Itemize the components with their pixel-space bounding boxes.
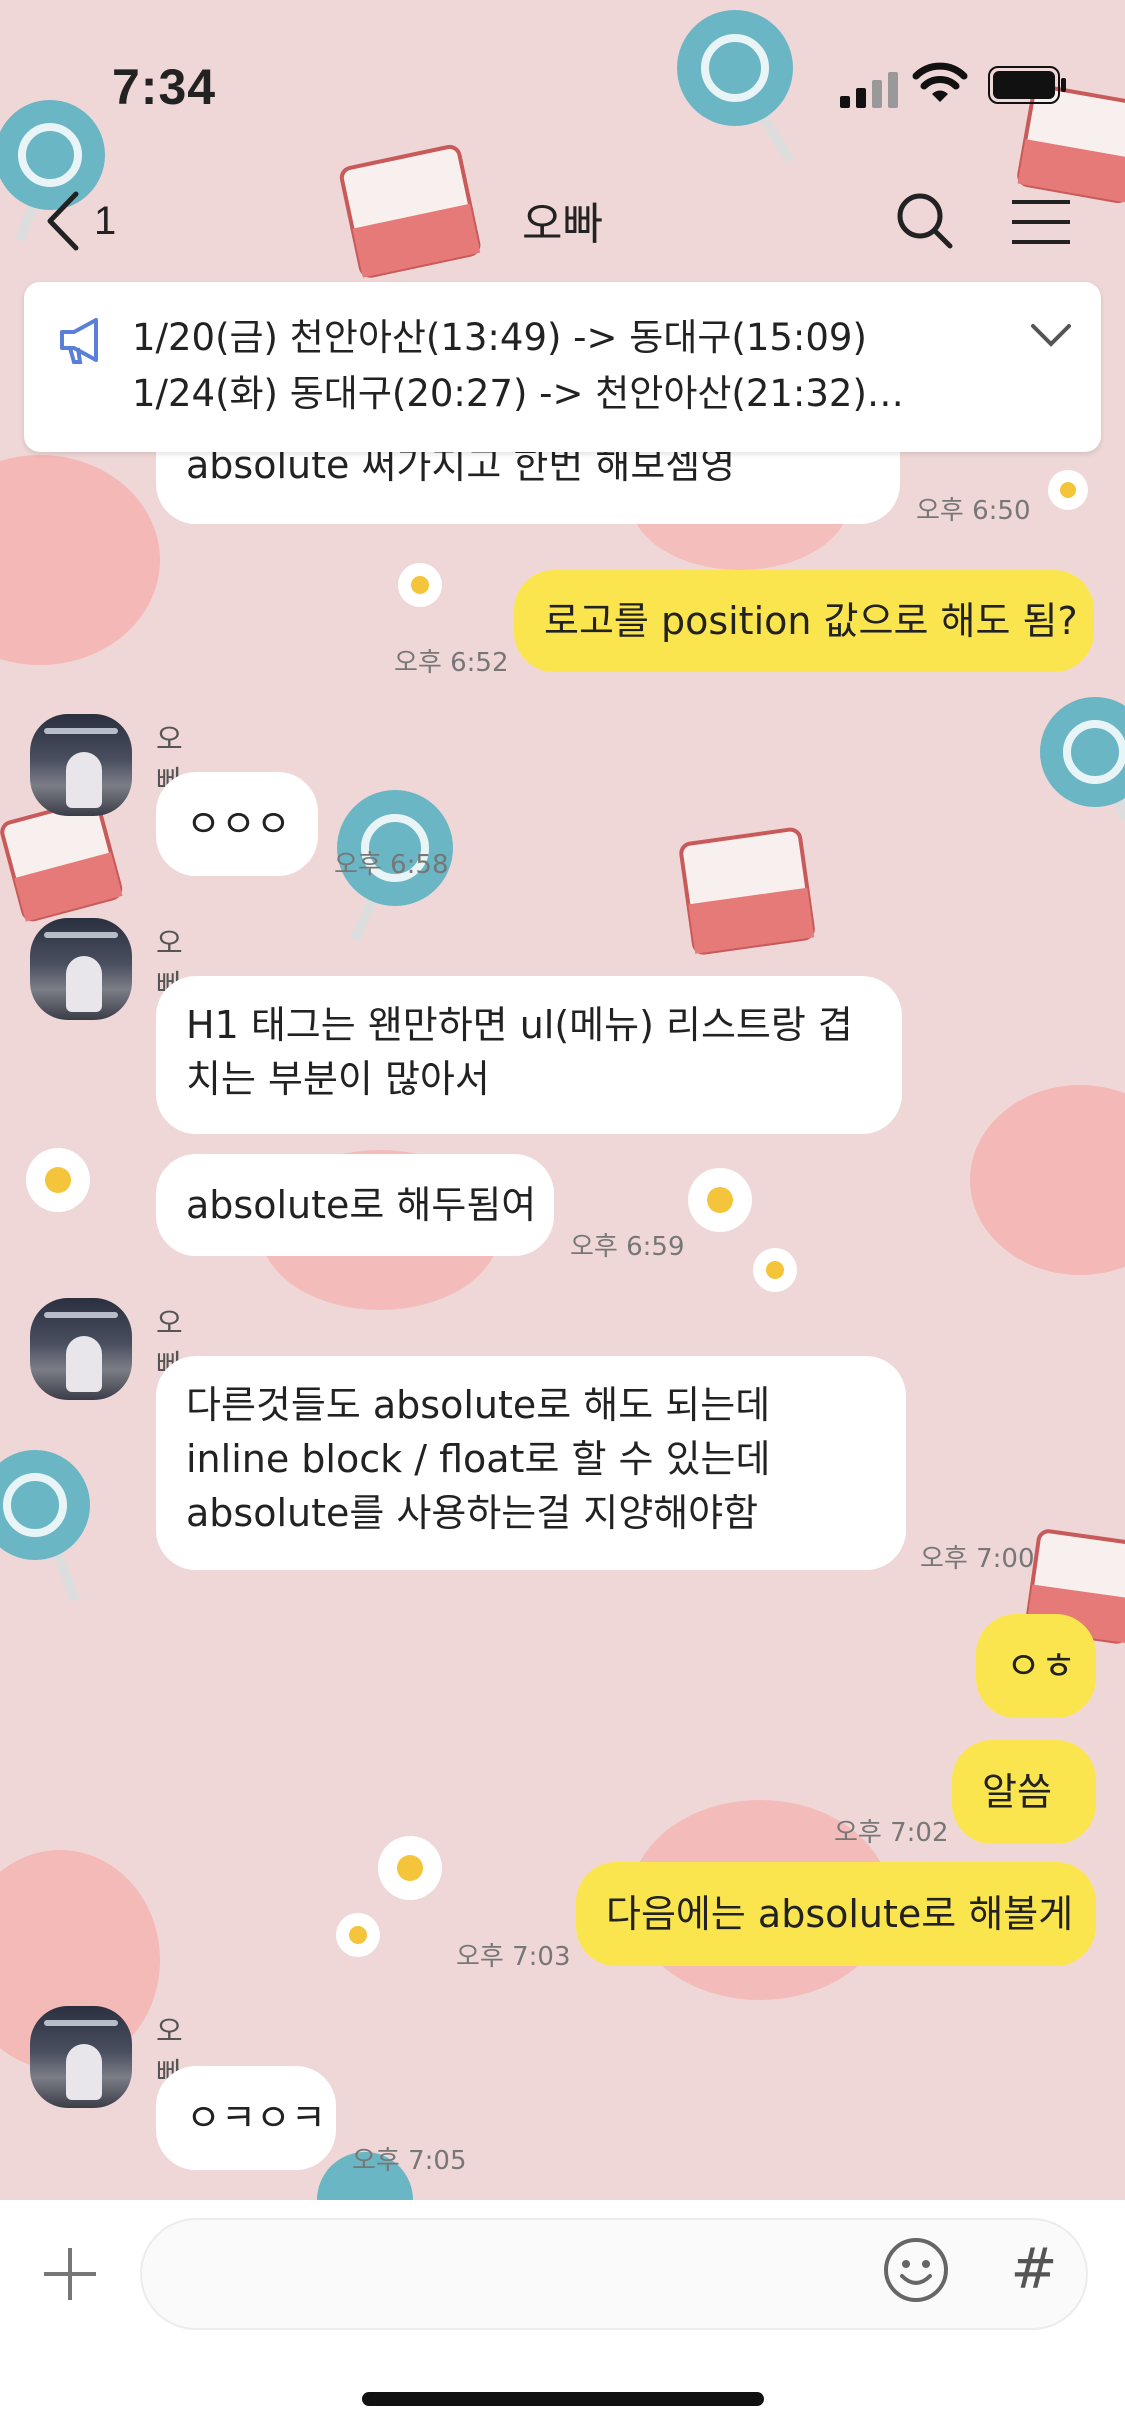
hashtag-icon[interactable]: # (1000, 2236, 1068, 2304)
message-time: 오후 7:03 (456, 1942, 571, 1972)
message-bubble[interactable]: ㅇㅇㅇ (156, 772, 318, 876)
message-time: 오후 7:05 (352, 2146, 467, 2176)
search-icon[interactable] (890, 186, 960, 256)
message-bubble[interactable]: 알씀 (952, 1740, 1096, 1844)
message-bubble[interactable]: ㅇㅎ (976, 1614, 1096, 1718)
message-time: 오후 6:58 (334, 850, 449, 880)
notice-line: 1/20(금) 천안아산(13:49) -> 동대구(15:09) (132, 316, 867, 359)
battery-icon (988, 66, 1066, 104)
cellular-signal-icon (840, 72, 898, 108)
status-bar: 7:34 (0, 0, 1125, 160)
message-time: 오후 7:00 (920, 1544, 1035, 1574)
message-time: 오후 6:52 (394, 648, 509, 678)
emoji-icon[interactable] (882, 2236, 950, 2304)
home-indicator (362, 2392, 764, 2406)
message-bubble[interactable]: ㅇㅋㅇㅋ (156, 2066, 336, 2170)
message-bubble[interactable]: 로고를 position 값으로 해도 됨? (514, 570, 1094, 672)
notice-text: 1/20(금) 천안아산(13:49) -> 동대구(15:09) 1/24(화… (132, 310, 992, 422)
avatar[interactable] (30, 714, 132, 816)
chevron-down-icon[interactable] (1029, 320, 1073, 350)
message-bubble[interactable]: H1 태그는 왠만하면 ul(메뉴) 리스트랑 겹치는 부분이 많아서 (156, 976, 902, 1134)
avatar[interactable] (30, 1298, 132, 1400)
message-time: 오후 7:02 (834, 1818, 949, 1848)
notice-line: 1/24(화) 동대구(20:27) -> 천안아산(21:32)… (132, 372, 904, 415)
message-time: 오후 6:50 (916, 496, 1031, 526)
wifi-icon (912, 62, 968, 102)
status-time: 7:34 (112, 59, 217, 115)
message-time: 오후 6:59 (570, 1232, 685, 1262)
message-bubble[interactable]: 다음에는 absolute로 해볼게 (576, 1862, 1096, 1966)
plus-icon[interactable] (40, 2244, 100, 2304)
menu-icon[interactable] (1006, 188, 1076, 258)
message-bubble[interactable]: 다른것들도 absolute로 해도 되는데 inline block / fl… (156, 1356, 906, 1570)
avatar[interactable] (30, 918, 132, 1020)
pinned-notice[interactable]: 1/20(금) 천안아산(13:49) -> 동대구(15:09) 1/24(화… (24, 282, 1101, 452)
chat-header: 1 오빠 (0, 168, 1125, 278)
megaphone-icon (60, 318, 98, 364)
avatar[interactable] (30, 2006, 132, 2108)
message-bubble[interactable]: absolute로 해두됨여 (156, 1154, 554, 1256)
